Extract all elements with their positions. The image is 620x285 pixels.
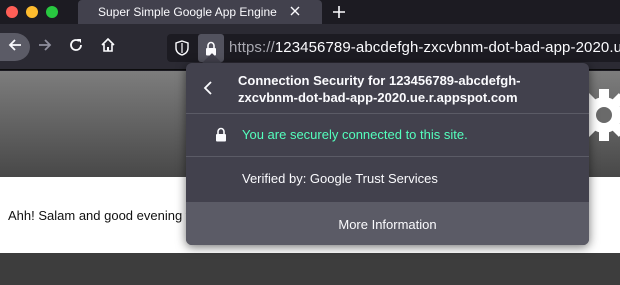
verified-by-text: Verified by: Google Trust Services bbox=[242, 171, 438, 186]
close-icon[interactable] bbox=[287, 3, 303, 19]
window-minimize-button[interactable] bbox=[26, 6, 38, 18]
url-bar[interactable]: https://123456789-abcdefgh-zxcvbnm-dot-b… bbox=[167, 34, 620, 62]
popup-divider bbox=[186, 156, 589, 157]
popup-header: Connection Security for 123456789-abcdef… bbox=[186, 63, 589, 113]
chevron-left-icon[interactable] bbox=[198, 78, 218, 98]
page-footer bbox=[0, 253, 620, 285]
secure-connection-row: You are securely connected to this site. bbox=[186, 115, 589, 157]
more-information-button[interactable]: More Information bbox=[186, 203, 589, 245]
tab-title: Super Simple Google App Engine bbox=[98, 5, 277, 19]
url-scheme: https:// bbox=[229, 39, 275, 56]
window-maximize-button[interactable] bbox=[46, 6, 58, 18]
home-icon bbox=[100, 37, 116, 58]
lock-icon bbox=[215, 127, 227, 147]
plus-icon[interactable] bbox=[328, 1, 350, 23]
arrow-left-icon bbox=[7, 37, 23, 58]
more-information-label: More Information bbox=[338, 216, 437, 232]
popup-title: Connection Security for 123456789-abcdef… bbox=[238, 73, 521, 105]
popup-divider bbox=[186, 113, 589, 114]
back-button[interactable] bbox=[0, 33, 30, 61]
home-button[interactable] bbox=[94, 33, 122, 61]
shield-icon[interactable] bbox=[171, 37, 193, 59]
secure-connection-message: You are securely connected to this site. bbox=[242, 127, 468, 142]
title-bar: Super Simple Google App Engine bbox=[0, 0, 620, 24]
reload-button[interactable] bbox=[62, 33, 90, 61]
tab-active[interactable]: Super Simple Google App Engine bbox=[78, 0, 322, 24]
reload-icon bbox=[68, 37, 84, 58]
forward-button[interactable] bbox=[31, 33, 59, 61]
window-close-button[interactable] bbox=[6, 6, 18, 18]
url-text: https://123456789-abcdefgh-zxcvbnm-dot-b… bbox=[229, 39, 620, 56]
arrow-right-icon bbox=[37, 37, 53, 58]
url-host: 123456789-abcdefgh-zxcvbnm-dot-bad-app-2… bbox=[274, 39, 620, 56]
page-greeting-text: Ahh! Salam and good evening t bbox=[8, 208, 190, 223]
connection-security-panel: Connection Security for 123456789-abcdef… bbox=[186, 63, 589, 245]
